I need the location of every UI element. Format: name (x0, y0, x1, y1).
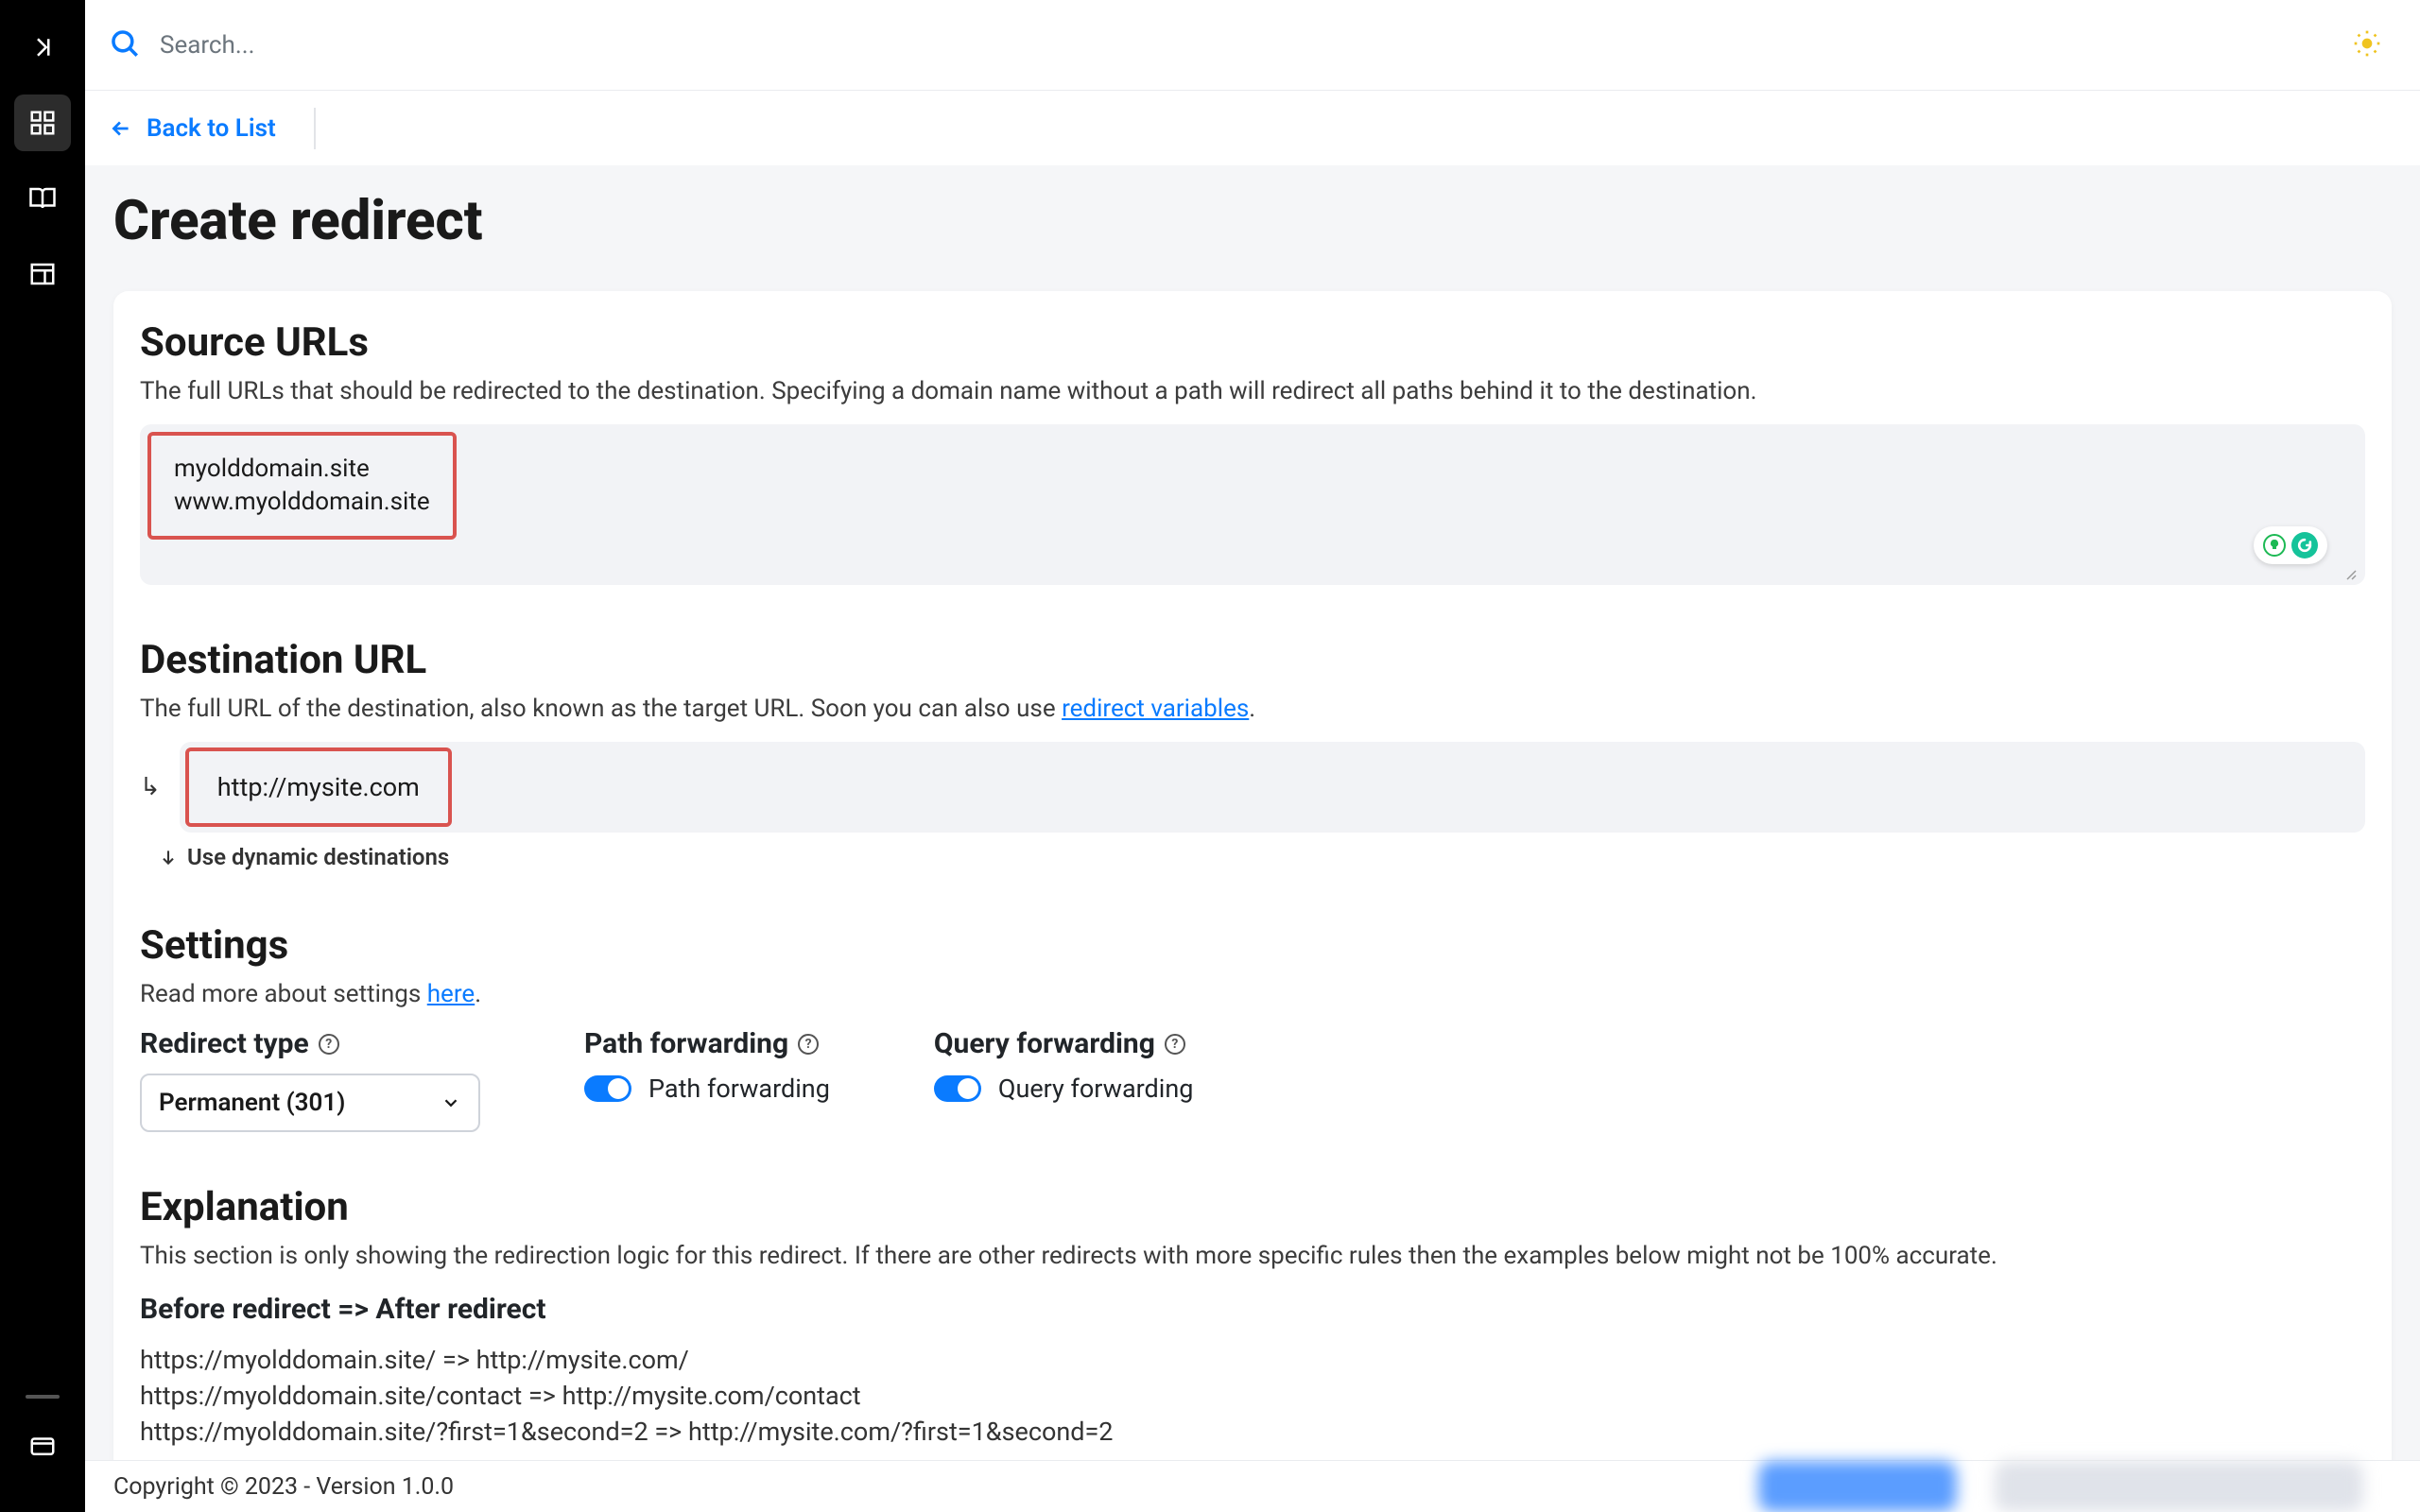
explanation-heading: Explanation (140, 1184, 2365, 1230)
sub-arrow-icon: ↳ (140, 773, 161, 801)
source-urls-heading: Source URLs (140, 319, 2365, 366)
grammarly-widget[interactable] (2254, 526, 2327, 564)
grammarly-icon (2291, 532, 2318, 558)
sidebar-bottom (0, 1395, 85, 1474)
settings-row: Redirect type ? Permanent (301) Path for… (140, 1027, 2365, 1132)
path-forwarding-label: Path forwarding ? (584, 1027, 830, 1060)
sun-icon (2352, 28, 2382, 59)
destination-url-value: http://mysite.com (202, 761, 435, 814)
explanation-example: https://myolddomain.site/?first=1&second… (140, 1415, 2365, 1451)
sidebar-item-docs[interactable] (14, 170, 71, 227)
destination-url-highlight: http://mysite.com (185, 747, 452, 827)
path-forwarding-label-text: Path forwarding (584, 1027, 788, 1060)
redirect-type-select[interactable]: Permanent (301) (140, 1074, 480, 1132)
form-card: Source URLs The full URLs that should be… (113, 291, 2392, 1460)
use-dynamic-destinations-link[interactable]: Use dynamic destinations (159, 844, 2365, 870)
destination-url-heading: Destination URL (140, 637, 2365, 683)
redirect-type-col: Redirect type ? Permanent (301) (140, 1027, 480, 1132)
settings-desc: Read more about settings here. (140, 980, 2365, 1008)
redirect-variables-link[interactable]: redirect variables (1062, 695, 1249, 723)
topbar (85, 0, 2420, 90)
explanation-desc: This section is only showing the redirec… (140, 1242, 2365, 1270)
settings-desc-pre: Read more about settings (140, 980, 427, 1008)
redirect-type-label-text: Redirect type (140, 1027, 309, 1060)
explanation-example: https://myolddomain.site/contact => http… (140, 1379, 2365, 1415)
help-icon[interactable]: ? (319, 1034, 339, 1055)
sidebar-item-layout[interactable] (14, 246, 71, 302)
destination-row: ↳ http://mysite.com (140, 742, 2365, 833)
destination-url-desc: The full URL of the destination, also kn… (140, 695, 2365, 723)
help-icon[interactable]: ? (1165, 1034, 1185, 1055)
help-icon[interactable]: ? (798, 1034, 819, 1055)
book-open-icon (28, 184, 57, 213)
settings-heading: Settings (140, 922, 2365, 969)
sidebar-divider (26, 1395, 60, 1399)
wallet-icon (28, 1432, 57, 1460)
path-forwarding-col: Path forwarding ? Path forwarding (584, 1027, 830, 1132)
source-urls-desc: The full URLs that should be redirected … (140, 377, 2365, 405)
main: Back to List Create redirect Source URLs… (85, 0, 2420, 1512)
grid-icon (28, 109, 57, 137)
path-forwarding-toggle-row: Path forwarding (584, 1074, 830, 1104)
resize-handle-icon[interactable] (2342, 566, 2358, 581)
back-link-label: Back to List (147, 114, 276, 143)
sidebar-item-billing[interactable] (14, 1418, 71, 1474)
arrow-left-icon (109, 116, 133, 141)
source-urls-textarea[interactable]: myolddomain.site www.myolddomain.site (140, 424, 2365, 585)
sidebar-item-dashboard[interactable] (14, 94, 71, 151)
source-urls-value: myolddomain.site www.myolddomain.site (164, 445, 440, 526)
query-forwarding-label-text: Query forwarding (934, 1027, 1155, 1060)
path-forwarding-toggle-label: Path forwarding (648, 1074, 830, 1104)
query-forwarding-col: Query forwarding ? Query forwarding (934, 1027, 1194, 1132)
search-input[interactable] (160, 31, 2333, 60)
destination-desc-post: . (1249, 695, 1255, 723)
layout-icon (28, 260, 57, 288)
query-forwarding-toggle[interactable] (934, 1075, 981, 1102)
theme-toggle-button[interactable] (2352, 28, 2382, 62)
settings-desc-post: . (475, 980, 481, 1008)
explanation-example: https://myolddomain.site/ => http://mysi… (140, 1343, 2365, 1379)
dynamic-destinations-label: Use dynamic destinations (187, 844, 449, 870)
source-urls-highlight: myolddomain.site www.myolddomain.site (147, 432, 457, 540)
footer: Copyright © 2023 - Version 1.0.0 (85, 1460, 2420, 1512)
secondary-action-button[interactable] (1995, 1461, 2363, 1512)
destination-desc-pre: The full URL of the destination, also kn… (140, 695, 1062, 723)
query-forwarding-toggle-label: Query forwarding (998, 1074, 1194, 1104)
subbar: Back to List (85, 90, 2420, 165)
explanation-section: Explanation This section is only showing… (140, 1184, 2365, 1450)
redirect-type-value: Permanent (301) (159, 1089, 345, 1117)
search-icon (109, 27, 141, 63)
footer-text: Copyright © 2023 - Version 1.0.0 (113, 1473, 454, 1501)
path-forwarding-toggle[interactable] (584, 1075, 631, 1102)
sidebar (0, 0, 85, 1512)
content: Create redirect Source URLs The full URL… (85, 165, 2420, 1460)
settings-help-link[interactable]: here (427, 980, 475, 1008)
sidebar-expand-button[interactable] (14, 19, 71, 76)
query-forwarding-toggle-row: Query forwarding (934, 1074, 1194, 1104)
arrow-down-icon (159, 848, 178, 867)
query-forwarding-label: Query forwarding ? (934, 1027, 1194, 1060)
destination-url-input[interactable]: http://mysite.com (180, 742, 2365, 833)
chevron-right-bar-icon (28, 33, 57, 61)
settings-section: Settings Read more about settings here. … (140, 922, 2365, 1132)
chevron-down-icon (441, 1092, 461, 1113)
back-to-list-link[interactable]: Back to List (109, 108, 316, 149)
primary-action-button[interactable] (1758, 1461, 1957, 1512)
redirect-type-label: Redirect type ? (140, 1027, 480, 1060)
page-title: Create redirect (113, 189, 2392, 253)
explanation-subheading: Before redirect => After redirect (140, 1293, 2365, 1326)
lightbulb-icon (2263, 534, 2286, 557)
